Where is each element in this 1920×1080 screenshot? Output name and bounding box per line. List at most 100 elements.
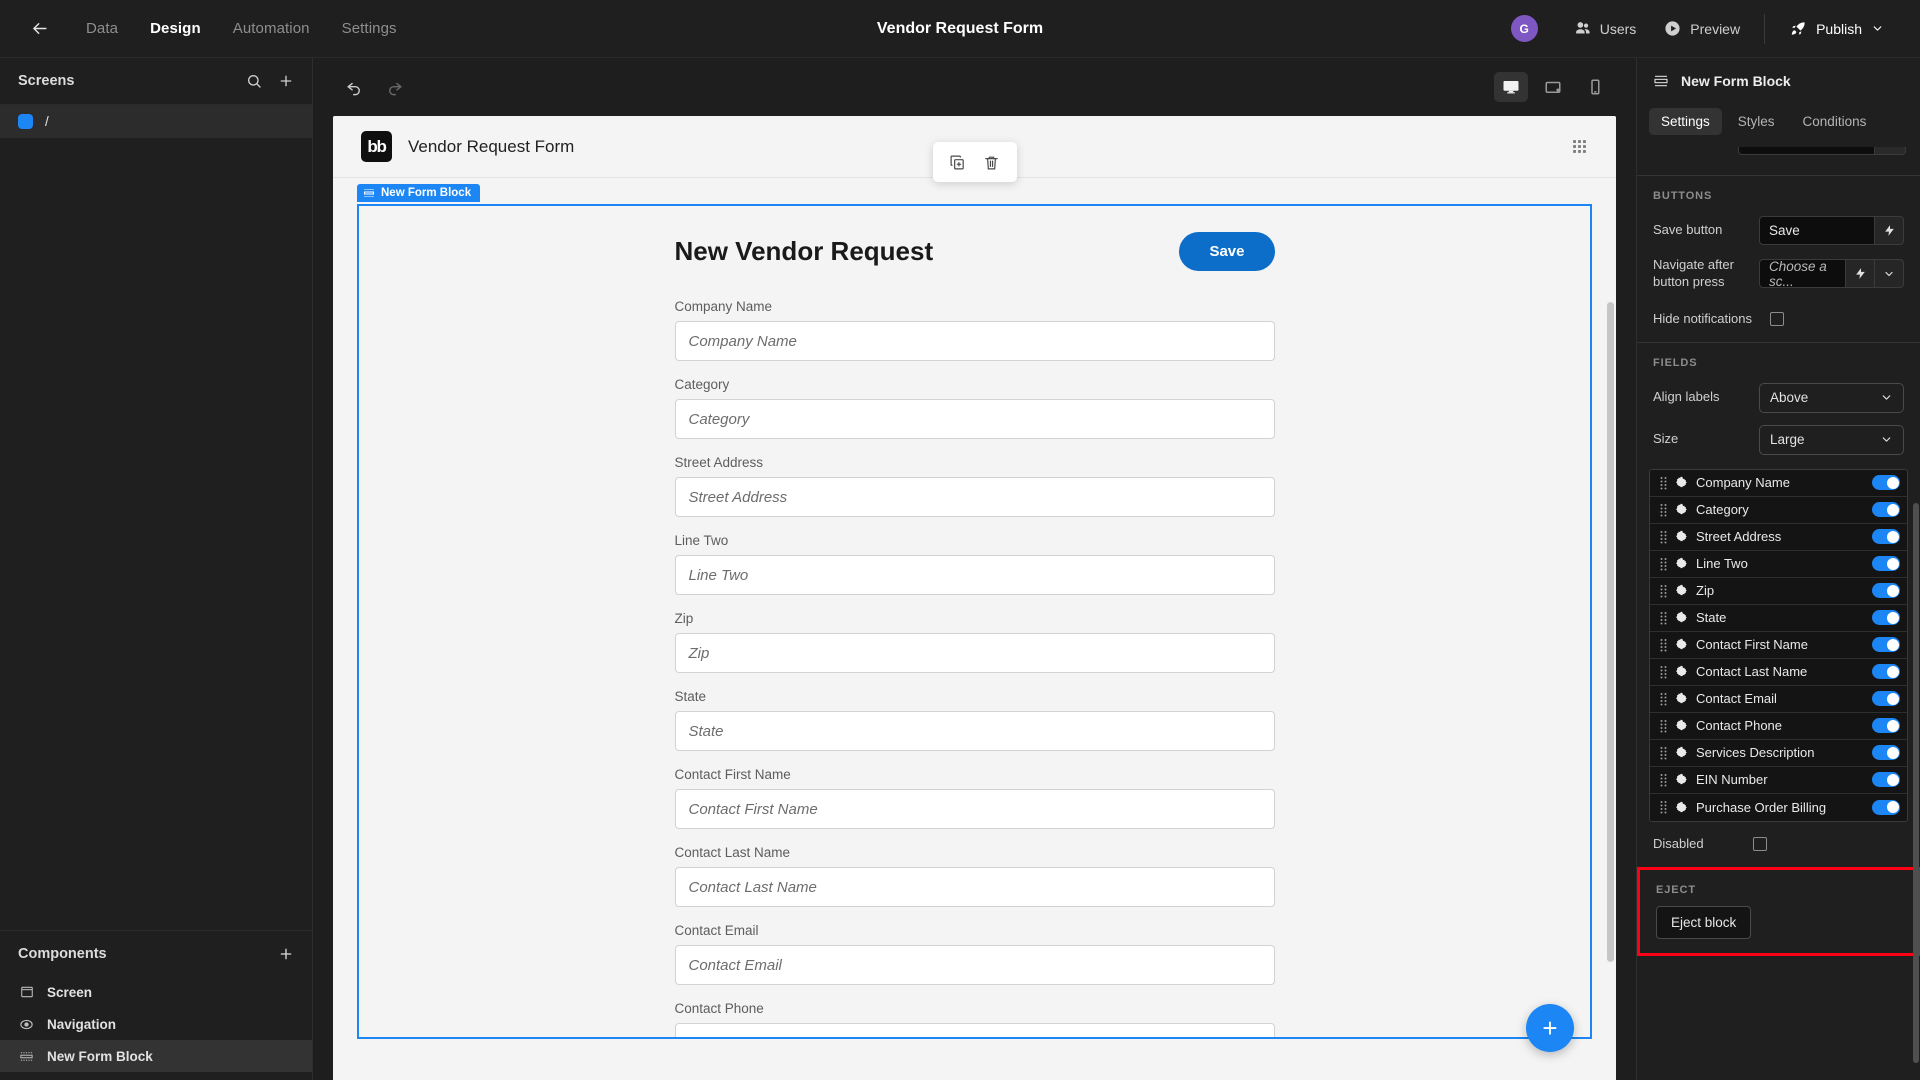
gear-icon[interactable]: [1670, 773, 1692, 786]
back-arrow-icon[interactable]: [22, 12, 56, 46]
gear-icon[interactable]: [1670, 584, 1692, 597]
field-enabled-toggle[interactable]: [1872, 637, 1900, 653]
device-mobile-icon[interactable]: [1578, 72, 1612, 102]
nav-tab-settings[interactable]: Settings: [326, 14, 413, 43]
contact-email-input[interactable]: Contact Email: [674, 945, 1275, 985]
field-list-item[interactable]: Company Name: [1650, 469, 1907, 497]
contact-phone-input[interactable]: Contact Phone: [674, 1023, 1275, 1037]
company-name-input[interactable]: Company Name: [674, 321, 1275, 361]
gear-icon[interactable]: [1670, 719, 1692, 732]
state-input[interactable]: State: [674, 711, 1275, 751]
field-list-item[interactable]: Line Two: [1650, 550, 1907, 578]
field-list-item[interactable]: Zip: [1650, 577, 1907, 605]
nav-tab-data[interactable]: Data: [70, 14, 134, 43]
field-enabled-toggle[interactable]: [1872, 772, 1900, 788]
device-tablet-icon[interactable]: [1536, 72, 1570, 102]
street-address-input[interactable]: Street Address: [674, 477, 1275, 517]
drag-handle-icon[interactable]: [1657, 638, 1670, 652]
publish-button[interactable]: Publish: [1775, 14, 1898, 44]
gear-icon[interactable]: [1670, 476, 1692, 489]
field-list-item[interactable]: Services Description: [1650, 739, 1907, 767]
gear-icon[interactable]: [1670, 665, 1692, 678]
device-desktop-icon[interactable]: [1494, 72, 1528, 102]
contact-first-name-input[interactable]: Contact First Name: [674, 789, 1275, 829]
field-enabled-toggle[interactable]: [1872, 745, 1900, 761]
drag-handle-icon[interactable]: [1657, 611, 1670, 625]
duplicate-icon[interactable]: [943, 148, 973, 176]
drag-handle-icon[interactable]: [1657, 719, 1670, 733]
form-save-button[interactable]: Save: [1179, 232, 1275, 271]
drag-handle-icon[interactable]: [1657, 746, 1670, 760]
field-enabled-toggle[interactable]: [1872, 610, 1900, 626]
gear-icon[interactable]: [1670, 557, 1692, 570]
right-panel-scrollbar-thumb[interactable]: [1913, 503, 1919, 1063]
field-list-item[interactable]: Street Address: [1650, 523, 1907, 551]
gear-icon[interactable]: [1670, 692, 1692, 705]
grid-icon[interactable]: [1571, 138, 1588, 155]
field-list-item[interactable]: Contact Last Name: [1650, 658, 1907, 686]
field-list-item[interactable]: State: [1650, 604, 1907, 632]
navigate-screen-input[interactable]: Choose a sc...: [1759, 259, 1846, 289]
preview-button[interactable]: Preview: [1650, 14, 1754, 43]
gear-icon[interactable]: [1670, 746, 1692, 759]
field-list-item[interactable]: Contact First Name: [1650, 631, 1907, 659]
add-screen-icon[interactable]: [278, 73, 294, 89]
gear-icon[interactable]: [1670, 530, 1692, 543]
drag-handle-icon[interactable]: [1657, 584, 1670, 598]
drag-handle-icon[interactable]: [1657, 800, 1670, 814]
save-button-input[interactable]: Save: [1759, 216, 1875, 245]
delete-icon[interactable]: [977, 148, 1007, 176]
selected-block-tag[interactable]: New Form Block: [357, 184, 481, 202]
disabled-checkbox[interactable]: [1752, 837, 1767, 852]
component-item-navigation[interactable]: Navigation: [0, 1008, 312, 1040]
drag-handle-icon[interactable]: [1657, 503, 1670, 517]
drag-handle-icon[interactable]: [1657, 557, 1670, 571]
undo-icon[interactable]: [337, 70, 371, 104]
align-labels-select[interactable]: Above: [1759, 382, 1904, 413]
hide-notifications-checkbox[interactable]: [1770, 312, 1784, 327]
add-component-fab[interactable]: +: [1526, 1004, 1574, 1052]
canvas-scrollbar-thumb[interactable]: [1607, 302, 1614, 962]
field-enabled-toggle[interactable]: [1872, 691, 1900, 707]
lightning-icon[interactable]: [1875, 216, 1904, 245]
nav-tab-design[interactable]: Design: [134, 14, 217, 43]
search-icon[interactable]: [246, 73, 262, 89]
canvas-scrollbar[interactable]: [1607, 182, 1614, 1080]
component-item-new-form-block[interactable]: New Form Block: [0, 1040, 312, 1072]
gear-icon[interactable]: [1670, 611, 1692, 624]
field-list-item[interactable]: Category: [1650, 496, 1907, 524]
drag-handle-icon[interactable]: [1657, 476, 1670, 490]
clipped-button[interactable]: [1875, 147, 1906, 155]
form-block[interactable]: New Vendor Request Save Company Name Com…: [357, 204, 1592, 1039]
field-list-item[interactable]: Contact Email: [1650, 685, 1907, 713]
drag-handle-icon[interactable]: [1657, 692, 1670, 706]
tab-styles[interactable]: Styles: [1726, 108, 1787, 135]
contact-last-name-input[interactable]: Contact Last Name: [674, 867, 1275, 907]
app-preview-canvas[interactable]: bb Vendor Request Form New Form Block Ne…: [333, 116, 1616, 1080]
drag-handle-icon[interactable]: [1657, 530, 1670, 544]
field-enabled-toggle[interactable]: [1872, 664, 1900, 680]
publish-chevron-down-icon[interactable]: [1871, 22, 1884, 35]
gear-icon[interactable]: [1670, 801, 1692, 814]
eject-block-button[interactable]: Eject block: [1656, 905, 1752, 939]
tab-conditions[interactable]: Conditions: [1791, 108, 1879, 135]
field-enabled-toggle[interactable]: [1872, 799, 1900, 815]
field-enabled-toggle[interactable]: [1872, 529, 1900, 545]
category-input[interactable]: Category: [674, 399, 1275, 439]
field-list-item[interactable]: Purchase Order Billing: [1650, 793, 1907, 821]
field-list-item[interactable]: EIN Number: [1650, 766, 1907, 794]
chevron-down-icon[interactable]: [1875, 259, 1904, 289]
field-enabled-toggle[interactable]: [1872, 475, 1900, 491]
field-enabled-toggle[interactable]: [1872, 583, 1900, 599]
nav-tab-automation[interactable]: Automation: [217, 14, 326, 43]
add-component-icon[interactable]: [278, 946, 294, 962]
tab-settings[interactable]: Settings: [1649, 108, 1722, 135]
size-select[interactable]: Large: [1759, 424, 1904, 455]
gear-icon[interactable]: [1670, 638, 1692, 651]
lightning-icon[interactable]: [1846, 259, 1875, 289]
field-enabled-toggle[interactable]: [1872, 556, 1900, 572]
screen-item-root[interactable]: /: [0, 105, 312, 138]
line-two-input[interactable]: Line Two: [674, 555, 1275, 595]
avatar[interactable]: G: [1510, 15, 1538, 42]
right-panel-scrollbar[interactable]: [1913, 243, 1919, 1078]
